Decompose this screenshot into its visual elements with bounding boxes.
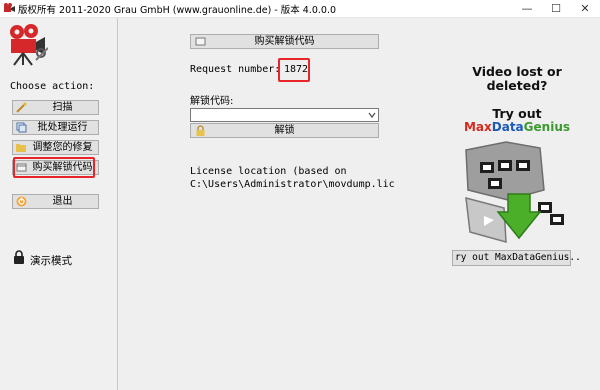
maximize-icon: ☐ xyxy=(551,2,561,15)
exit-button[interactable]: 退出 xyxy=(12,194,99,209)
unlock-code-label: 解锁代码: xyxy=(190,96,234,107)
minimize-button[interactable]: — xyxy=(513,0,541,17)
adjust-repair-button[interactable]: 调整您的修复 xyxy=(12,140,99,155)
purchase-icon xyxy=(195,37,206,46)
request-number-label: Request number: xyxy=(190,64,281,75)
sidebar: Choose action: 扫描 批处理运行 调整您的修复 购买解锁代码 退出… xyxy=(0,18,118,390)
folder-icon xyxy=(16,144,26,152)
app-icon xyxy=(4,3,15,12)
batch-icon xyxy=(16,122,27,133)
buy-unlock-code-label: 购买解锁代码 xyxy=(254,36,315,47)
license-location-line2: C:\Users\Administrator\movdump.lic xyxy=(190,179,395,190)
ad-brand-genius: Genius xyxy=(523,120,571,134)
demo-mode-label: 演示模式 xyxy=(30,255,72,267)
ad-brand-data: Data xyxy=(491,120,524,134)
power-icon xyxy=(16,196,27,207)
lock-icon xyxy=(14,250,24,264)
ad-brand[interactable]: MaxDataGenius xyxy=(452,120,582,134)
film-rescue-illustration[interactable] xyxy=(458,138,573,246)
highlight-request-number xyxy=(278,58,310,82)
unlock-button[interactable]: 解锁 xyxy=(190,123,379,138)
highlight-purchase-sidebar xyxy=(13,157,95,178)
window-title: 版权所有 2011-2020 Grau GmbH (www.grauonline… xyxy=(18,5,337,16)
maximize-button[interactable]: ☐ xyxy=(542,0,570,17)
padlock-icon xyxy=(196,125,205,136)
batch-run-button[interactable]: 批处理运行 xyxy=(12,120,99,135)
title-bar: 版权所有 2011-2020 Grau GmbH (www.grauonline… xyxy=(0,0,600,18)
close-icon: ✕ xyxy=(580,2,590,15)
chevron-down-icon[interactable] xyxy=(368,111,376,119)
ad-headline: Video lost or deleted? xyxy=(452,65,582,93)
license-location-line1: License location (based on xyxy=(190,166,347,177)
unlock-code-input[interactable] xyxy=(190,108,379,122)
minimize-icon: — xyxy=(521,2,533,15)
adjust-repair-label: 调整您的修复 xyxy=(32,142,93,153)
ad-try-out: Try out xyxy=(492,106,542,121)
exit-label: 退出 xyxy=(52,196,73,207)
magic-wand-icon xyxy=(16,102,27,113)
client-area: Choose action: 扫描 批处理运行 调整您的修复 购买解锁代码 退出… xyxy=(0,18,600,390)
scan-button-label: 扫描 xyxy=(52,102,73,113)
scan-button[interactable]: 扫描 xyxy=(12,100,99,115)
ad-headline-line1: Video lost or xyxy=(472,64,562,79)
buy-unlock-code-button[interactable]: 购买解锁代码 xyxy=(190,34,379,49)
try-maxdatagenius-button[interactable]: ry out MaxDataGenius.. xyxy=(452,250,581,266)
ad-brand-max: Max xyxy=(463,120,492,134)
unlock-button-label: 解锁 xyxy=(274,125,295,136)
batch-run-label: 批处理运行 xyxy=(37,122,88,133)
camera-logo-icon xyxy=(10,24,48,66)
ad-headline-line2: deleted? xyxy=(486,78,548,93)
choose-action-label: Choose action: xyxy=(10,81,95,92)
close-button[interactable]: ✕ xyxy=(571,0,599,17)
